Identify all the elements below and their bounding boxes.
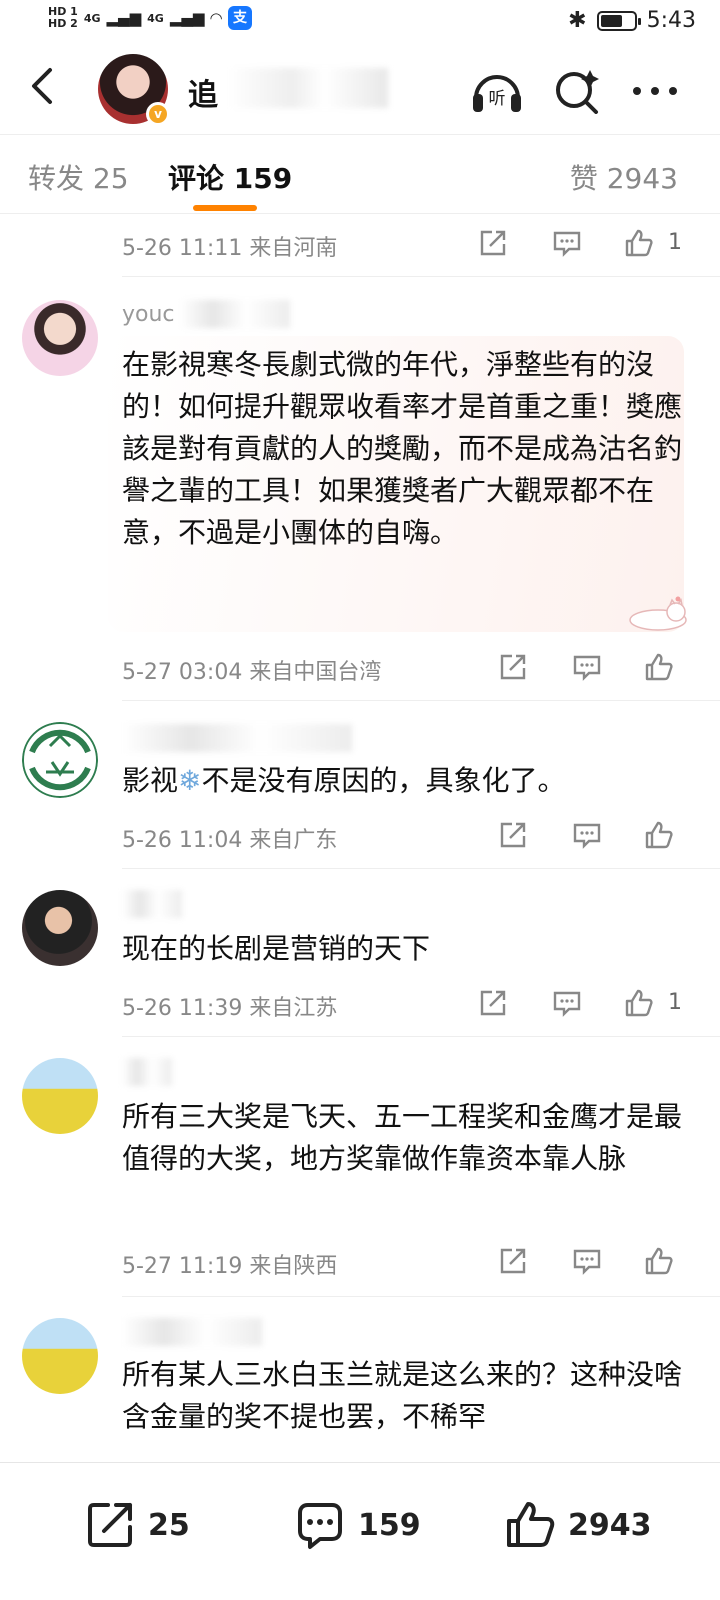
comment-actions xyxy=(498,1246,698,1282)
comment-icon[interactable] xyxy=(572,652,602,682)
listen-icon[interactable]: 听 xyxy=(470,68,524,114)
share-icon[interactable] xyxy=(478,988,508,1018)
commenter-name-blur xyxy=(180,300,290,328)
bluetooth-icon: ✱ xyxy=(568,8,587,33)
tab-repost[interactable]: 转发 25 xyxy=(28,157,129,197)
comment-text: 现在的长剧是营销的天下 xyxy=(122,932,431,965)
tab-bar: 转发 25 评论 159 赞 2943 xyxy=(0,134,720,214)
commenter-avatar[interactable] xyxy=(22,890,98,966)
comment-meta: 5-27 03:04 来自中国台湾 xyxy=(122,660,382,685)
like-icon xyxy=(507,1502,555,1547)
share-icon[interactable] xyxy=(498,1246,528,1276)
comment-text-part: 不是没有原因的，具象化了。 xyxy=(201,764,566,797)
share-icon[interactable] xyxy=(498,820,528,850)
comment-count: 159 xyxy=(358,1507,421,1543)
comment-meta: 5-27 11:19 来自陕西 xyxy=(122,1254,338,1279)
verified-badge: v xyxy=(146,102,170,126)
comment-actions: 1 xyxy=(478,228,698,264)
like-icon[interactable] xyxy=(624,988,654,1018)
net1-label: 4G xyxy=(83,11,101,25)
like-count: 1 xyxy=(668,230,682,255)
cat-sticker-icon xyxy=(629,596,687,631)
comment-actions: 1 xyxy=(478,988,698,1024)
comment-meta: 5-26 11:39 来自江苏 xyxy=(122,996,338,1021)
repost-count: 25 xyxy=(148,1507,190,1543)
network-indicators: HD 1 HD 2 4G ▂▄▆ 4G ▂▄▆ ◠ 支 xyxy=(48,6,252,30)
comment-icon[interactable] xyxy=(572,1246,602,1276)
author-name[interactable]: 追 xyxy=(188,70,218,114)
commenter-name-blur xyxy=(122,724,352,752)
commenter-avatar[interactable] xyxy=(22,300,98,376)
signal-icon: ▂▄▆ xyxy=(106,9,142,27)
commenter-avatar[interactable] xyxy=(22,722,98,798)
net2-label: 4G xyxy=(147,11,164,25)
like-icon[interactable] xyxy=(644,1246,674,1276)
divider xyxy=(122,868,720,869)
comment-text: 所有三大奖是飞天、五一工程奖和金鹰才是最值得的大奖，地方奖靠做作靠资本靠人脉 xyxy=(122,1100,683,1175)
active-tab-indicator xyxy=(193,205,257,211)
snowflake-emoji: ❄ xyxy=(178,764,202,797)
author-name-blur xyxy=(228,68,388,108)
author-avatar[interactable]: v xyxy=(98,54,170,126)
comment-icon[interactable] xyxy=(552,228,582,258)
like-count: 2943 xyxy=(568,1507,652,1543)
search-icon[interactable] xyxy=(550,68,604,114)
commenter-name-blur xyxy=(122,890,182,918)
like-count: 1 xyxy=(668,990,682,1015)
divider xyxy=(122,700,720,701)
repost-button[interactable]: 25 xyxy=(84,1497,190,1553)
hd-indicator: HD 1 HD 2 xyxy=(48,6,78,30)
comment-text: 影视❄不是没有原因的，具象化了。 xyxy=(122,760,682,802)
battery-level xyxy=(600,14,622,27)
like-icon[interactable] xyxy=(644,652,674,682)
comment-button[interactable]: 159 xyxy=(294,1497,421,1553)
tab-comment[interactable]: 评论 159 xyxy=(168,157,292,197)
share-icon xyxy=(88,1503,132,1547)
like-icon[interactable] xyxy=(644,820,674,850)
share-icon[interactable] xyxy=(478,228,508,258)
comment-icon[interactable] xyxy=(572,820,602,850)
commenter-name-blur xyxy=(122,1058,172,1086)
divider xyxy=(122,1296,720,1297)
alipay-icon: 支 xyxy=(227,6,252,30)
comment-text: 在影視寒冬長劇式微的年代，淨整些有的沒的！如何提升觀眾收看率才是首重之重！獎應該… xyxy=(122,348,683,549)
comment-meta: 5-26 11:04 来自广东 xyxy=(122,828,338,853)
comment-icon[interactable] xyxy=(552,988,582,1018)
comment-text-part: 影视 xyxy=(122,764,179,797)
comment-actions xyxy=(498,820,698,856)
battery-icon xyxy=(596,10,641,31)
like-icon[interactable] xyxy=(624,228,654,258)
status-bar: HD 1 HD 2 4G ▂▄▆ 4G ▂▄▆ ◠ 支 ✱ 5:43 xyxy=(0,0,720,44)
share-icon[interactable] xyxy=(498,652,528,682)
wifi-icon: ◠ xyxy=(210,9,222,27)
divider xyxy=(122,1036,720,1037)
clock: 5:43 xyxy=(646,8,696,33)
comment-actions xyxy=(498,652,698,688)
svg-text:听: 听 xyxy=(489,89,506,109)
divider xyxy=(122,276,720,277)
like-button[interactable]: 2943 xyxy=(504,1497,652,1553)
comment-text: 所有某人三水白玉兰就是这么来的？这种没啥含金量的奖不提也罢，不稀罕 xyxy=(122,1358,683,1433)
more-icon[interactable] xyxy=(628,68,682,114)
comment-icon xyxy=(298,1503,342,1549)
commenter-name[interactable]: youc xyxy=(122,302,175,327)
tab-like[interactable]: 赞 2943 xyxy=(570,157,678,197)
commenter-avatar[interactable] xyxy=(22,1058,98,1134)
back-arrow-icon[interactable] xyxy=(24,66,64,106)
bottom-action-bar: 25 159 2943 xyxy=(0,1462,720,1600)
header: v 追 听 xyxy=(0,44,720,134)
signal-icon-2: ▂▄▆ xyxy=(169,9,205,27)
commenter-name-blur xyxy=(122,1318,262,1346)
comment-meta: 5-26 11:11 来自河南 xyxy=(122,236,338,261)
status-right: ✱ 5:43 xyxy=(568,8,696,33)
commenter-avatar[interactable] xyxy=(22,1318,98,1394)
hd2-label: HD 2 xyxy=(48,17,78,30)
